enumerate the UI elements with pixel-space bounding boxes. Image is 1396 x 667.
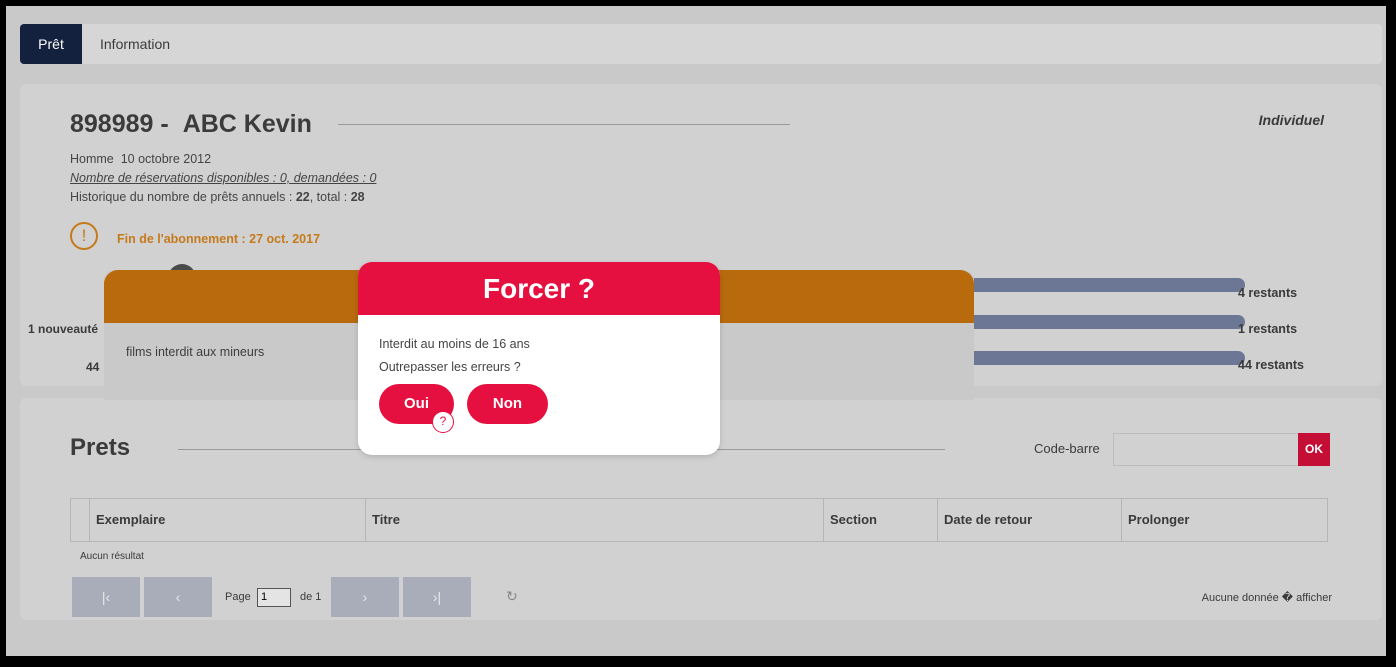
- history-annual: 22: [295, 190, 310, 204]
- quota-left-label: 44: [86, 360, 100, 374]
- reservations-link[interactable]: Nombre de réservations disponibles : 0, …: [70, 171, 376, 185]
- dialog-title: Forcer ?: [358, 262, 720, 315]
- tab-pret[interactable]: Prêt: [20, 24, 82, 64]
- patron-meta: Homme 10 octobre 2012: [70, 152, 211, 166]
- column-header-exemplaire[interactable]: Exemplaire: [89, 499, 365, 541]
- patron-title: 898989 - ABC Kevin: [70, 110, 312, 139]
- alert-panel-text: films interdit aux mineurs: [126, 345, 265, 359]
- warning-icon: !: [70, 222, 98, 250]
- quota-left-label: 1 nouveauté: [28, 322, 99, 336]
- quota-remaining: 44 restants: [1238, 358, 1305, 372]
- table-select-column: [71, 499, 89, 541]
- quota-remaining: 1 restants: [1238, 322, 1298, 336]
- loans-table: Exemplaire Titre Section Date de retour …: [70, 498, 1328, 542]
- quota-bar: [945, 315, 1245, 329]
- no-result-text: Aucun résultat: [80, 551, 144, 562]
- title-divider: [338, 124, 790, 125]
- prev-page-button[interactable]: ‹: [144, 577, 212, 617]
- history-mid: , total :: [309, 190, 351, 204]
- patron-gender: Homme: [70, 152, 114, 166]
- quota-remaining: 4 restants: [1238, 286, 1298, 300]
- page-total: de 1: [300, 591, 322, 603]
- tab-bar: Prêt Information: [20, 24, 1382, 64]
- help-cursor-icon: ?: [432, 411, 454, 433]
- force-dialog: Forcer ? Interdit au moins de 16 ans Out…: [358, 262, 720, 455]
- page-label: Page: [225, 591, 251, 603]
- patron-id: 898989 -: [70, 110, 169, 138]
- barcode-label: Code-barre: [1034, 441, 1100, 456]
- barcode-input[interactable]: [1113, 433, 1299, 466]
- dialog-message: Interdit au moins de 16 ans: [379, 337, 530, 351]
- last-page-button[interactable]: ›|: [403, 577, 471, 617]
- page-number-input[interactable]: 1: [257, 588, 291, 607]
- loans-title: Prets: [70, 434, 131, 461]
- next-page-button[interactable]: ›: [331, 577, 399, 617]
- quota-bar: [945, 278, 1245, 292]
- column-header-section[interactable]: Section: [823, 499, 937, 541]
- barcode-ok-button[interactable]: OK: [1298, 433, 1330, 466]
- column-header-titre[interactable]: Titre: [365, 499, 823, 541]
- quota-bar: [945, 351, 1245, 365]
- tab-information[interactable]: Information: [100, 24, 170, 64]
- column-header-date-retour[interactable]: Date de retour: [937, 499, 1121, 541]
- app-frame: Prêt Information 898989 - ABC Kevin Indiv…: [6, 6, 1386, 656]
- loan-history: Historique du nombre de prêts annuels : …: [70, 190, 365, 204]
- patron-birthdate: 10 octobre 2012: [120, 152, 212, 166]
- column-header-prolonger[interactable]: Prolonger: [1121, 499, 1329, 541]
- refresh-icon[interactable]: ↻: [506, 588, 518, 605]
- no-button[interactable]: Non: [467, 384, 548, 424]
- dialog-question: Outrepasser les erreurs ?: [379, 360, 521, 374]
- subscription-end-warning: Fin de l'abonnement : 27 oct. 2017: [117, 232, 321, 246]
- no-data-text: Aucune donnée � afficher: [1201, 592, 1332, 604]
- history-prefix: Historique du nombre de prêts annuels :: [70, 190, 296, 204]
- history-total: 28: [350, 190, 365, 204]
- patron-type: Individuel: [1258, 112, 1324, 128]
- first-page-button[interactable]: |‹: [72, 577, 140, 617]
- patron-name: ABC Kevin: [182, 110, 312, 138]
